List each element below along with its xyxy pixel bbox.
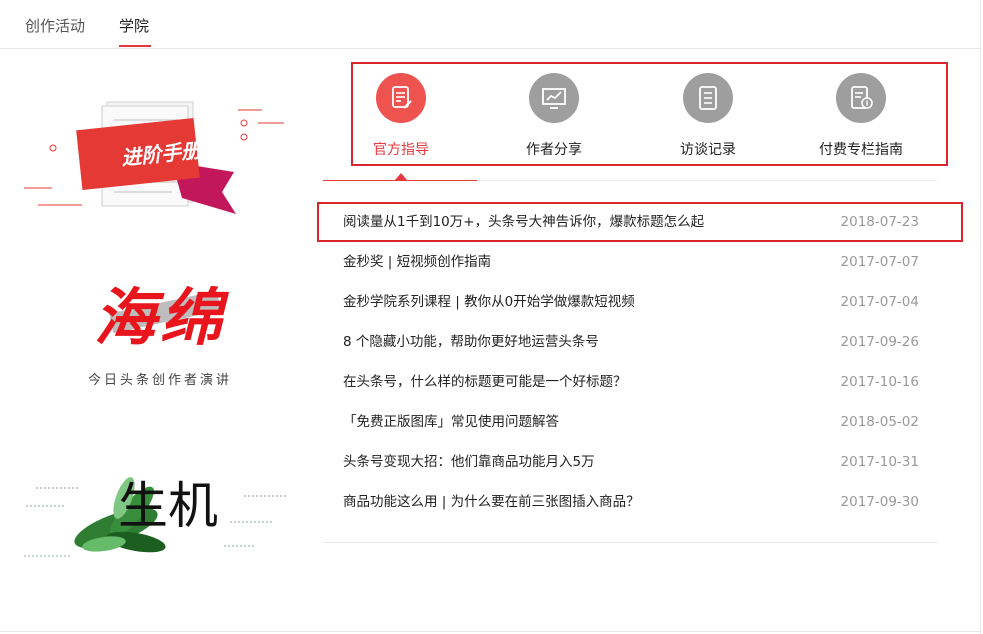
article-date: 2017-09-26	[840, 334, 919, 350]
article-title: 头条号变现大招：他们靠商品功能月入5万	[343, 454, 595, 470]
article-date: 2017-10-31	[840, 454, 919, 470]
vitality-banner[interactable]: 生机	[24, 458, 286, 568]
article-date: 2018-07-23	[840, 214, 919, 230]
article-date: 2017-07-04	[840, 294, 919, 310]
article-row[interactable]: 商品功能这么用 | 为什么要在前三张图插入商品？ 2017-09-30	[343, 490, 919, 514]
article-title: 金秒学院系列课程 | 教你从0开始学做爆款短视频	[343, 294, 635, 310]
active-tab-indicator	[119, 45, 151, 47]
article-title: 「免费正版图库」常见使用问题解答	[343, 414, 559, 430]
active-category-underline	[323, 180, 477, 181]
list-divider	[323, 542, 938, 543]
article-date: 2017-09-30	[840, 494, 919, 510]
article-row[interactable]: 在头条号，什么样的标题更可能是一个好标题？ 2017-10-16	[343, 370, 919, 394]
category-separator	[477, 180, 937, 181]
article-title: 8 个隐藏小功能，帮助你更好地运营头条号	[343, 334, 599, 350]
handbook-banner[interactable]: 进阶手册	[22, 90, 284, 220]
article-title: 在头条号，什么样的标题更可能是一个好标题？	[343, 374, 627, 390]
article-date: 2017-10-16	[840, 374, 919, 390]
sponge-banner[interactable]: 海绵 今日头条创作者演讲	[60, 280, 260, 390]
category-official-guide[interactable]: 官方指导	[341, 73, 461, 159]
article-row[interactable]: 8 个隐藏小功能，帮助你更好地运营头条号 2017-09-26	[343, 330, 919, 354]
article-title: 阅读量从1千到10万+，头条号大神告诉你，爆款标题怎么起	[343, 214, 705, 230]
notes-icon	[683, 73, 733, 123]
tab-creation-activities[interactable]: 创作活动	[25, 15, 85, 36]
article-row[interactable]: 头条号变现大招：他们靠商品功能月入5万 2017-10-31	[343, 450, 919, 474]
category-label: 作者分享	[526, 142, 582, 158]
sponge-title: 海绵	[93, 281, 226, 354]
panel-border-bottom	[0, 631, 980, 632]
article-date: 2017-07-07	[840, 254, 919, 270]
active-category-caret	[395, 173, 407, 180]
category-interviews[interactable]: 访谈记录	[648, 73, 768, 159]
category-label: 官方指导	[373, 142, 429, 158]
panel-border	[980, 0, 981, 634]
category-label: 访谈记录	[680, 142, 736, 158]
category-paid-column-guide[interactable]: 付费专栏指南	[801, 73, 921, 159]
tab-academy[interactable]: 学院	[119, 15, 149, 36]
vitality-title: 生机	[118, 477, 218, 535]
paid-doc-icon	[836, 73, 886, 123]
article-title: 商品功能这么用 | 为什么要在前三张图插入商品？	[343, 494, 640, 510]
article-date: 2018-05-02	[840, 414, 919, 430]
article-title: 金秒奖 | 短视频创作指南	[343, 254, 492, 270]
article-row[interactable]: 金秒奖 | 短视频创作指南 2017-07-07	[343, 250, 919, 274]
edit-doc-icon	[376, 73, 426, 123]
article-row[interactable]: 「免费正版图库」常见使用问题解答 2018-05-02	[343, 410, 919, 434]
article-row[interactable]: 阅读量从1千到10万+，头条号大神告诉你，爆款标题怎么起 2018-07-23	[343, 210, 919, 234]
trend-board-icon	[529, 73, 579, 123]
sponge-subtitle: 今日头条创作者演讲	[87, 373, 232, 388]
top-tab-bar: 创作活动 学院	[0, 0, 980, 49]
article-row[interactable]: 金秒学院系列课程 | 教你从0开始学做爆款短视频 2017-07-04	[343, 290, 919, 314]
category-label: 付费专栏指南	[819, 142, 903, 158]
category-author-sharing[interactable]: 作者分享	[494, 73, 614, 159]
